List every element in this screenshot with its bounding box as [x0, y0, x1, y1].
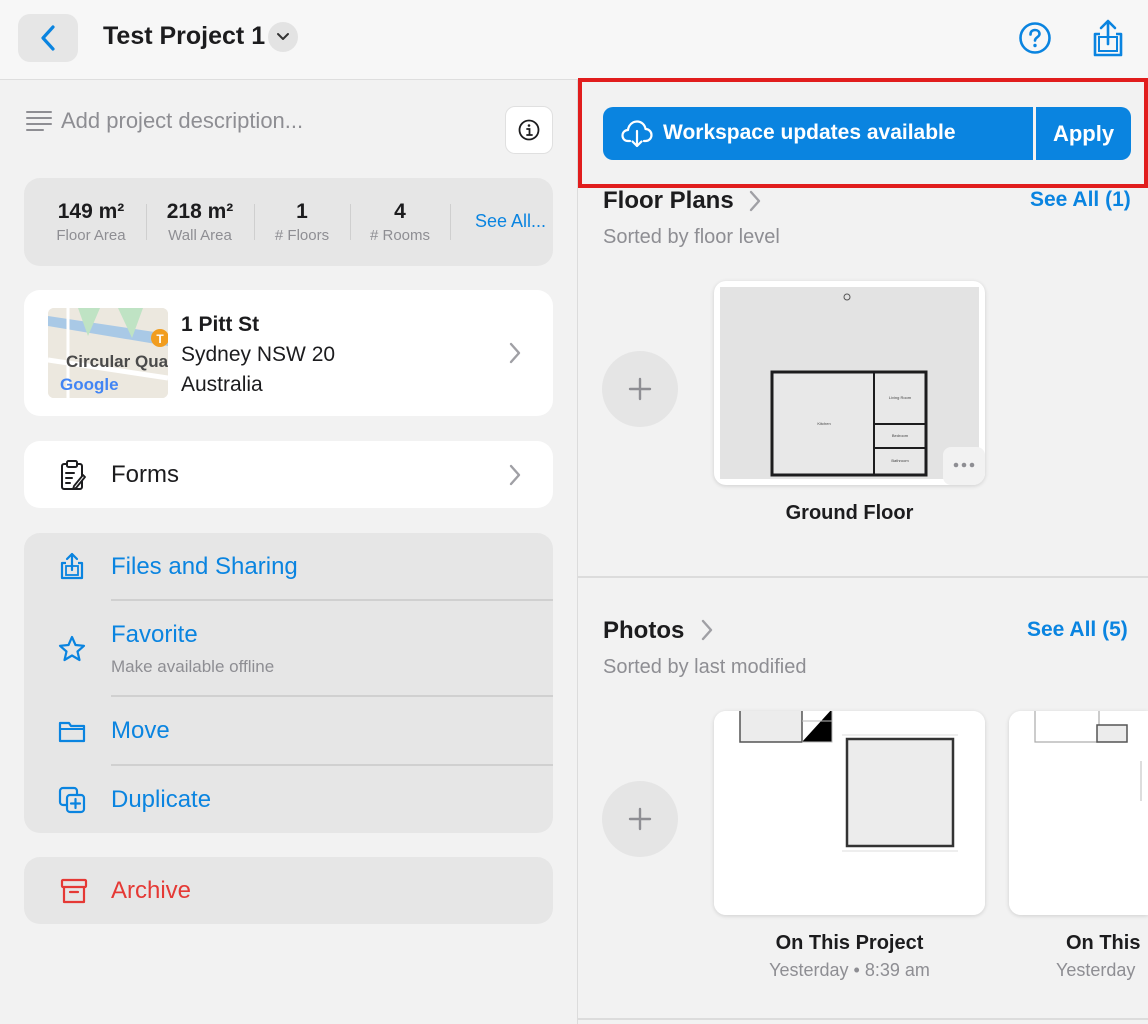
section-divider — [578, 1018, 1148, 1020]
stat-value: 149 m² — [57, 200, 125, 223]
plus-icon — [628, 377, 652, 401]
back-button[interactable] — [18, 14, 78, 62]
share-icon — [60, 552, 84, 580]
photo-card[interactable] — [714, 711, 985, 915]
duplicate-label: Duplicate — [111, 786, 212, 813]
project-actions-list: Files and Sharing Favorite Make availabl… — [24, 533, 553, 833]
chevron-left-icon — [41, 25, 55, 51]
text-lines-icon — [26, 111, 52, 131]
section-divider — [578, 576, 1148, 578]
floor-plan-card[interactable]: Kitchen Living Room Bedroom Bathroom — [714, 281, 985, 485]
forms-label: Forms — [111, 461, 179, 488]
question-circle-icon — [1019, 22, 1051, 54]
help-button[interactable] — [1018, 21, 1052, 55]
chevron-right-icon[interactable] — [748, 190, 762, 212]
stat-value: 218 m² — [166, 200, 234, 223]
favorite-sublabel: Make available offline — [111, 657, 275, 676]
stat-value: 1 — [296, 200, 308, 223]
address-line-3: Australia — [181, 373, 263, 396]
star-icon — [58, 635, 86, 662]
favorite-row[interactable]: Favorite Make available offline — [24, 601, 553, 695]
divider — [146, 204, 147, 240]
share-icon — [1093, 19, 1123, 57]
map-image: T Circular Qua Google — [48, 308, 168, 398]
archive-row[interactable]: Archive — [24, 857, 553, 924]
project-title[interactable]: Test Project 1 — [103, 22, 265, 51]
forms-row[interactable]: Forms — [24, 441, 553, 508]
stat-floors: 1 # Floors — [262, 200, 342, 244]
floor-plans-see-all[interactable]: See All (1) — [1030, 188, 1131, 212]
chevron-right-icon — [509, 464, 521, 486]
info-button[interactable] — [505, 106, 553, 154]
photo-meta: Yesterday — [1056, 960, 1136, 980]
svg-text:Bedroom: Bedroom — [892, 433, 909, 438]
photo-title: On This Project — [775, 932, 924, 954]
chevron-right-icon[interactable] — [700, 619, 714, 641]
archive-label: Archive — [111, 877, 192, 904]
highlight-frame — [578, 78, 1148, 188]
stats-see-all-link[interactable]: See All... — [475, 211, 546, 232]
folder-icon — [58, 721, 86, 743]
favorite-label: Favorite — [111, 621, 198, 648]
svg-text:Kitchen: Kitchen — [817, 421, 830, 426]
photos-see-all[interactable]: See All (5) — [1027, 618, 1128, 642]
add-floor-plan-button[interactable] — [602, 351, 678, 427]
plus-icon — [628, 807, 652, 831]
project-menu-button[interactable] — [268, 22, 298, 52]
column-divider — [577, 80, 578, 1024]
svg-text:Living Room: Living Room — [889, 395, 912, 400]
more-icon[interactable] — [952, 461, 976, 469]
stat-label: # Floors — [274, 227, 330, 244]
floor-plans-title[interactable]: Floor Plans — [603, 187, 734, 215]
address-text: 1 Pitt St Sydney NSW 20 Australia — [181, 310, 335, 400]
photos-subtitle: Sorted by last modified — [603, 656, 807, 678]
project-stats-panel: 149 m² Floor Area 218 m² Wall Area 1 # F… — [24, 178, 553, 266]
svg-text:Google: Google — [60, 375, 119, 394]
svg-text:T: T — [156, 332, 164, 346]
address-line-2: Sydney NSW 20 — [181, 343, 336, 366]
floor-plan-name: Ground Floor — [785, 502, 914, 524]
files-sharing-row[interactable]: Files and Sharing — [24, 533, 553, 600]
stat-rooms: 4 # Rooms — [360, 200, 440, 244]
photos-title[interactable]: Photos — [603, 617, 684, 645]
move-label: Move — [111, 717, 170, 744]
divider — [450, 204, 451, 240]
chevron-right-icon — [509, 342, 521, 364]
photo-meta: Yesterday • 8:39 am — [769, 960, 930, 980]
chevron-down-icon — [277, 33, 289, 40]
duplicate-icon — [58, 786, 86, 814]
stat-value: 4 — [394, 200, 406, 223]
floor-plans-subtitle: Sorted by floor level — [603, 226, 780, 248]
floor-plan-thumbnail: Kitchen Living Room Bedroom Bathroom — [720, 287, 985, 485]
stat-floor-area: 149 m² Floor Area — [46, 200, 136, 244]
svg-text:Circular Qua: Circular Qua — [66, 352, 168, 371]
clipboard-edit-icon — [61, 460, 86, 490]
photo-thumbnail — [1009, 711, 1148, 915]
stat-label: # Rooms — [369, 227, 431, 244]
top-bar: Test Project 1 — [0, 0, 1148, 80]
photo-title: On This — [1066, 932, 1141, 954]
address-line-1: 1 Pitt St — [181, 313, 260, 336]
stat-wall-area: 218 m² Wall Area — [155, 200, 245, 244]
map-thumbnail: T Circular Qua Google — [48, 308, 168, 398]
files-sharing-label: Files and Sharing — [111, 553, 298, 580]
address-card[interactable]: T Circular Qua Google 1 Pitt St Sydney N… — [24, 290, 553, 416]
divider — [350, 204, 351, 240]
move-row[interactable]: Move — [24, 697, 553, 764]
divider — [254, 204, 255, 240]
svg-text:Bathroom: Bathroom — [891, 458, 909, 463]
photo-card[interactable] — [1009, 711, 1148, 915]
add-photo-button[interactable] — [602, 781, 678, 857]
photo-thumbnail — [714, 711, 985, 915]
stat-label: Wall Area — [168, 227, 232, 244]
stat-label: Floor Area — [56, 227, 126, 244]
share-button[interactable] — [1090, 18, 1126, 58]
archive-box-icon — [60, 878, 88, 904]
project-description-input[interactable]: Add project description... — [61, 108, 303, 134]
info-icon — [518, 119, 540, 141]
duplicate-row[interactable]: Duplicate — [24, 766, 553, 833]
